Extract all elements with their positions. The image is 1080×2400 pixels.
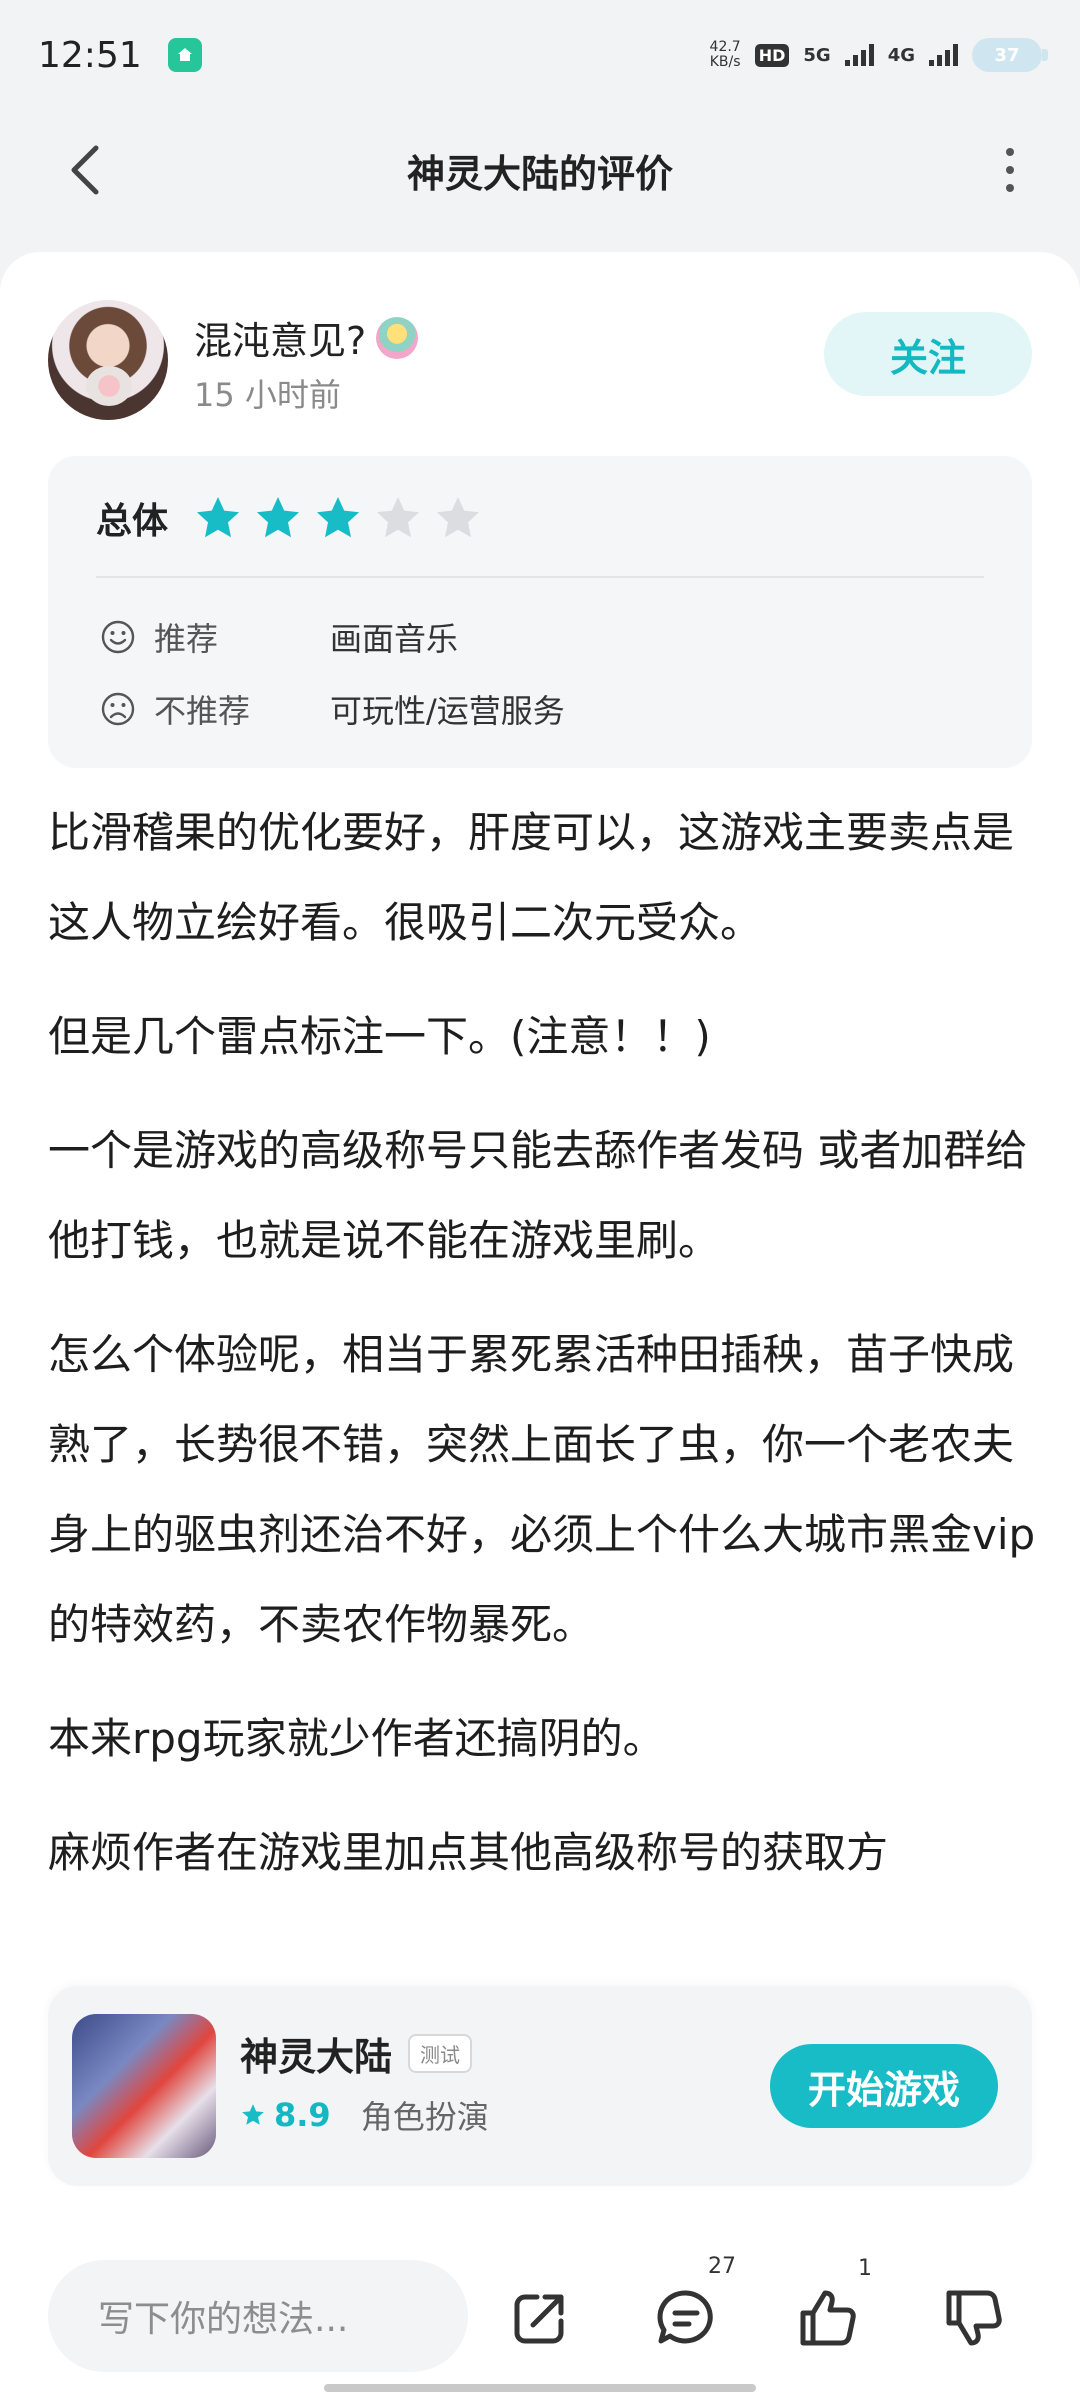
game-icon[interactable] <box>72 2014 216 2158</box>
rating-box: 总体 推荐 画面音乐 不推荐 可玩性/运营服务 <box>48 456 1032 768</box>
game-score: 8.9 <box>274 2096 331 2134</box>
not-recommend-label: 不推荐 <box>154 692 251 730</box>
review-paragraph: 怎么个体验呢，相当于累死累活种田插秧，苗子快成熟了，长势很不错，突然上面长了虫，… <box>48 1330 1036 1649</box>
share-icon <box>514 2294 564 2344</box>
star-empty-icon <box>377 497 420 538</box>
review-paragraph: 比滑稽果的优化要好，肝度可以，这游戏主要卖点是这人物立绘好看。很吸引二次元受众。 <box>48 808 1015 947</box>
divider <box>96 576 984 578</box>
avatar[interactable] <box>48 300 168 420</box>
title-bar: 神灵大陆的评价 <box>0 110 1080 230</box>
smile-icon <box>101 620 135 654</box>
back-button[interactable] <box>56 140 116 200</box>
overall-label: 总体 <box>96 501 169 542</box>
star-filled-icon <box>257 497 300 538</box>
author-name[interactable]: 混沌意见? <box>194 310 419 365</box>
not-recommend-row: 不推荐 可玩性/运营服务 <box>100 686 565 732</box>
status-time: 12:51 <box>38 34 142 76</box>
star-empty-icon <box>437 497 480 538</box>
page-title: 神灵大陆的评价 <box>406 151 673 196</box>
star-icon <box>242 2104 264 2125</box>
user-badge-icon <box>376 316 419 359</box>
sim2-type: 4G <box>887 44 915 66</box>
review-body: 比滑稽果的优化要好，肝度可以，这游戏主要卖点是这人物立绘好看。很吸引二次元受众。… <box>48 788 1038 1922</box>
battery-icon: 37 <box>972 38 1048 72</box>
home-indicator[interactable] <box>324 2384 756 2392</box>
bottom-toolbar: 写下你的想法... 27 1 <box>0 2226 1080 2400</box>
thumbs-up-icon <box>800 2290 856 2346</box>
app-notification-icon <box>167 38 202 72</box>
thumbs-down-icon <box>946 2290 1002 2346</box>
recommend-value: 画面音乐 <box>330 620 459 658</box>
author-row: 混沌意见? 15 小时前 关注 <box>48 300 1032 420</box>
signal-icon <box>844 44 874 66</box>
sim1-type: 5G <box>803 44 831 66</box>
hd-badge: HD <box>754 43 790 67</box>
overall-rating: 总体 <box>96 492 482 544</box>
star-rating <box>194 494 482 542</box>
game-bar[interactable]: 神灵大陆 测试 8.9 角色扮演 开始游戏 <box>48 1986 1032 2186</box>
start-game-button[interactable]: 开始游戏 <box>770 2044 998 2128</box>
recommend-row: 推荐 画面音乐 <box>100 614 458 660</box>
comment-button[interactable]: 27 <box>646 2254 736 2358</box>
test-tag: 测试 <box>408 2034 473 2073</box>
like-button[interactable]: 1 <box>788 2256 872 2358</box>
share-button[interactable] <box>500 2278 580 2358</box>
review-card: 混沌意见? 15 小时前 关注 总体 推荐 画面音乐 不推荐 可玩性/运营服务 … <box>0 252 1080 2252</box>
game-name[interactable]: 神灵大陆 测试 <box>240 2026 473 2081</box>
more-options-button[interactable] <box>980 140 1040 200</box>
game-genre: 角色扮演 <box>360 2098 489 2136</box>
game-meta: 8.9 角色扮演 <box>240 2092 489 2138</box>
dot-icon <box>1006 148 1014 156</box>
review-paragraph: 一个是游戏的高级称号只能去舔作者发码 或者加群给他打钱，也就是说不能在游戏里刷。 <box>48 1126 1028 1265</box>
dislike-button[interactable] <box>934 2278 1014 2358</box>
avatar-rose <box>86 366 132 406</box>
recommend-label: 推荐 <box>154 620 219 658</box>
not-recommend-value: 可玩性/运营服务 <box>330 692 565 730</box>
comment-count: 27 <box>708 2254 736 2279</box>
review-paragraph: 但是几个雷点标注一下。(注意！！) <box>48 1012 711 1061</box>
dot-icon <box>1006 184 1014 192</box>
dot-icon <box>1006 166 1014 174</box>
status-indicators: 42.7 KB/s HD 5G 4G 37 <box>709 38 1048 72</box>
review-paragraph: 本来rpg玩家就少作者还搞阴的。 <box>48 1714 665 1763</box>
frown-icon <box>101 692 135 726</box>
star-filled-icon <box>317 497 360 538</box>
comment-input[interactable]: 写下你的想法... <box>48 2260 468 2372</box>
signal-icon-2 <box>929 44 958 66</box>
chevron-left-icon <box>71 145 99 195</box>
net-speed: 42.7 KB/s <box>709 39 741 70</box>
comment-icon <box>657 2290 713 2344</box>
like-count: 1 <box>858 2256 872 2281</box>
review-paragraph: 麻烦作者在游戏里加点其他高级称号的获取方 <box>48 1828 889 1877</box>
status-bar: 12:51 42.7 KB/s HD 5G 4G 37 <box>0 0 1080 110</box>
star-filled-icon <box>197 497 240 538</box>
post-time: 15 小时前 <box>194 376 341 414</box>
follow-button[interactable]: 关注 <box>824 312 1032 396</box>
